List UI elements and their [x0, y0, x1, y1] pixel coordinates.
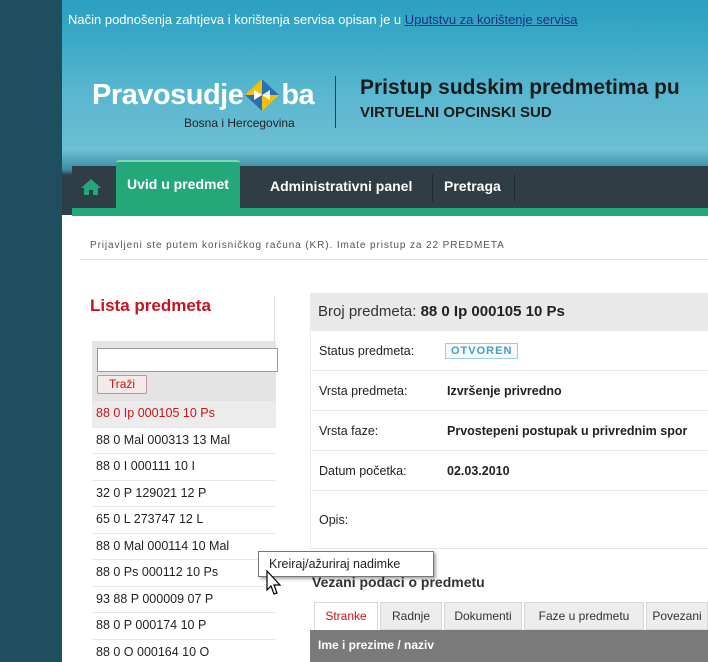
- logo-subtitle: Bosna i Hercegovina: [184, 116, 295, 130]
- logo-diamond-icon: [244, 78, 280, 112]
- case-detail-table: Status predmeta: OTVOREN Vrsta predmeta:…: [310, 331, 708, 549]
- case-number-label: Broj predmeta:: [318, 303, 417, 320]
- logo-name-left: Pravosudje: [92, 78, 244, 111]
- detail-row-type: Vrsta predmeta: Izvršenje privredno: [311, 371, 708, 411]
- tab-pretraga[interactable]: Pretraga: [444, 166, 501, 210]
- detail-label: Datum početka:: [319, 463, 407, 478]
- detail-label: Opis:: [319, 512, 349, 527]
- nav-accent-bar: [72, 208, 708, 216]
- case-list-item-active[interactable]: 88 0 Ip 000105 10 Ps: [92, 401, 276, 428]
- case-list-item[interactable]: 32 0 P 129021 12 P: [92, 480, 276, 507]
- detail-label: Status predmeta:: [319, 343, 415, 358]
- detail-value: Izvršenje privredno: [447, 383, 562, 398]
- search-button[interactable]: Traži: [97, 375, 147, 394]
- nickname-tooltip: Kreiraj/ažuriraj nadimke: [258, 551, 434, 577]
- case-search-input[interactable]: [97, 348, 278, 372]
- detail-label: Vrsta predmeta:: [319, 383, 408, 398]
- mouse-pointer-icon: [266, 569, 284, 596]
- tab-uvid-u-predmet[interactable]: Uvid u predmet: [116, 160, 240, 210]
- sidebar-title: Lista predmeta: [90, 296, 211, 315]
- tab-radnje[interactable]: Radnje: [380, 602, 442, 630]
- nav-separator: [432, 174, 433, 202]
- case-list-item[interactable]: 88 0 Mal 000114 10 Mal: [92, 533, 276, 560]
- tab-povezani[interactable]: Povezani: [646, 602, 708, 630]
- info-bar-text: Način podnošenja zahtjeva i korištenja s…: [68, 12, 402, 27]
- left-background-strip: [0, 0, 62, 662]
- header-divider: [335, 76, 336, 128]
- case-list-item[interactable]: 88 0 Ps 000112 10 Ps: [92, 560, 276, 587]
- divider-line: [80, 259, 708, 260]
- main-nav: Uvid u predmet Administrativni panel Pre…: [72, 160, 708, 210]
- detail-row-start-date: Datum početka: 02.03.2010: [311, 451, 708, 491]
- detail-row-phase: Vrsta faze: Prvostepeni postupak u privr…: [311, 411, 708, 451]
- detail-value: 02.03.2010: [447, 463, 510, 478]
- related-tabs: Stranke Radnje Dokumenti Faze u predmetu…: [314, 602, 708, 630]
- case-list-item[interactable]: 88 0 O 000164 10 O: [92, 639, 276, 662]
- parties-table-header: Ime i prezime / naziv: [310, 630, 708, 662]
- case-detail-header: Broj predmeta: 88 0 Ip 000105 10 Ps: [310, 293, 708, 331]
- case-list-item[interactable]: 88 0 Mal 000313 13 Mal: [92, 427, 276, 454]
- detail-value: Prvostepeni postupak u privrednim spor: [447, 423, 688, 438]
- status-badge: OTVOREN: [445, 343, 519, 359]
- tab-dokumenti[interactable]: Dokumenti: [444, 602, 522, 630]
- case-list-item[interactable]: 88 0 I 000111 10 I: [92, 454, 276, 481]
- case-list: 88 0 Ip 000105 10 Ps 88 0 Mal 000313 13 …: [92, 401, 276, 662]
- case-number-value: 88 0 Ip 000105 10 Ps: [420, 303, 565, 320]
- case-list-item[interactable]: 93 88 P 000009 07 P: [92, 586, 276, 613]
- info-bar: Način podnošenja zahtjeva i korištenja s…: [68, 12, 577, 27]
- pravosudje-logo[interactable]: Pravosudje ba Bosna i Hercegovina: [92, 78, 315, 131]
- detail-row-status: Status predmeta: OTVOREN: [311, 331, 708, 371]
- login-status-text: Prijavljeni ste putem korisničkog računa…: [90, 240, 505, 251]
- nav-separator: [514, 174, 515, 202]
- court-name: VIRTUELNI OPCINSKI SUD: [360, 104, 552, 121]
- home-icon[interactable]: [78, 176, 104, 198]
- header-title-block: Pristup sudskim predmetima pu VIRTUELNI …: [360, 76, 680, 121]
- logo-name-right: ba: [281, 78, 315, 111]
- case-list-item[interactable]: 88 0 P 000174 10 P: [92, 613, 276, 640]
- detail-row-description: Opis:: [311, 491, 708, 549]
- tab-administrativni-panel[interactable]: Administrativni panel: [270, 166, 412, 210]
- user-guide-link[interactable]: Uputstvu za korištenje servisa: [405, 12, 578, 27]
- page-title: Pristup sudskim predmetima pu: [360, 76, 680, 99]
- detail-label: Vrsta faze:: [319, 423, 379, 438]
- tab-faze-u-predmetu[interactable]: Faze u predmetu: [524, 602, 644, 630]
- case-list-item[interactable]: 65 0 L 273747 12 L: [92, 507, 276, 534]
- tab-stranke[interactable]: Stranke: [314, 602, 378, 630]
- column-name-header[interactable]: Ime i prezime / naziv: [318, 638, 434, 652]
